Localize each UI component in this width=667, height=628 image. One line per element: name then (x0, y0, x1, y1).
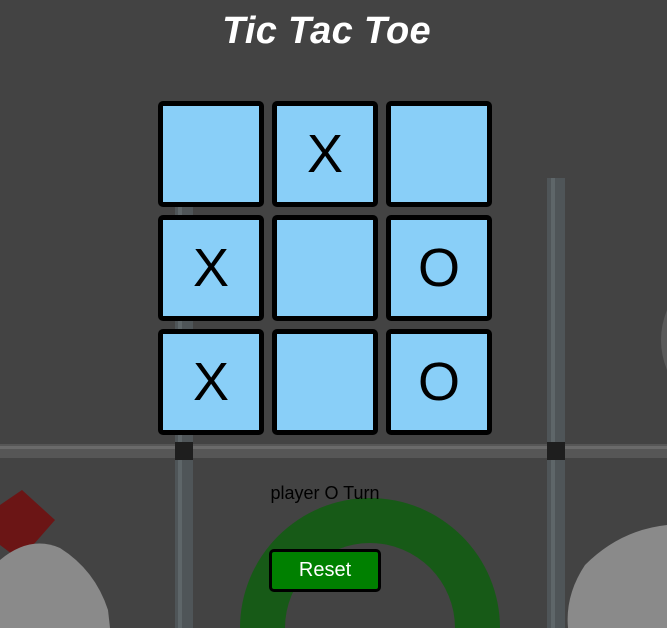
board-cell-9[interactable]: O (386, 329, 492, 435)
board-cell-1[interactable] (158, 101, 264, 207)
board-cell-3[interactable] (386, 101, 492, 207)
board-cell-5[interactable] (272, 215, 378, 321)
reset-button[interactable]: Reset (269, 549, 381, 592)
board-cell-8[interactable] (272, 329, 378, 435)
page-title: Tic Tac Toe (222, 10, 431, 52)
game-board: X X O X O (158, 101, 492, 435)
board-cell-4[interactable]: X (158, 215, 264, 321)
board-cell-7[interactable]: X (158, 329, 264, 435)
board-cell-6[interactable]: O (386, 215, 492, 321)
board-cell-2[interactable]: X (272, 101, 378, 207)
turn-status: player O Turn (270, 483, 380, 503)
